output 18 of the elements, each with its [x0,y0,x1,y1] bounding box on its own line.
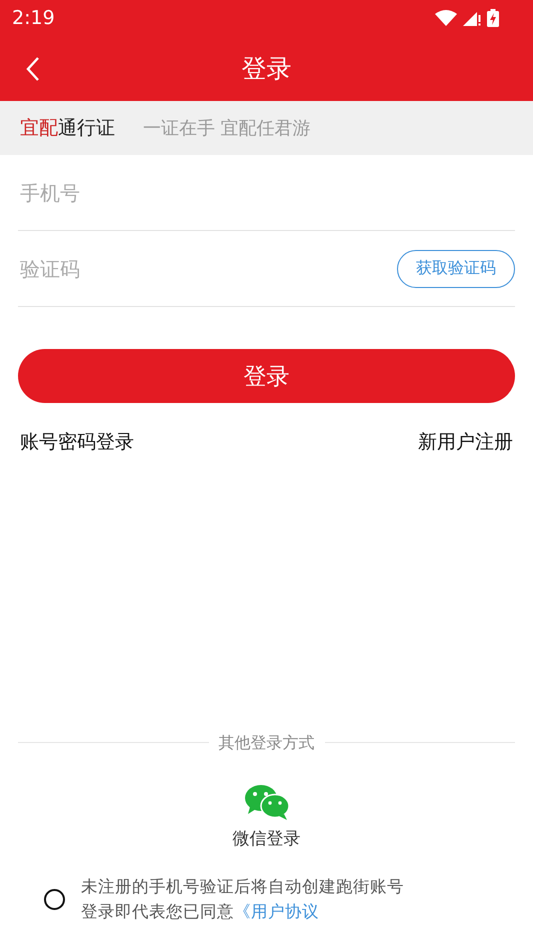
slogan-text: 一证在手 宜配任君游 [143,117,311,140]
back-button[interactable] [26,54,42,82]
page-title: 登录 [242,53,292,85]
input-field[interactable]: 手机号 [18,180,515,204]
link[interactable]: 新用户注册 [418,429,513,455]
brand-title: 宜配通行证 [20,116,115,141]
chat-bubbles-icon [244,783,290,821]
status-time: 2:19 [12,7,55,29]
wifi-icon [435,10,457,26]
link[interactable]: 账号密码登录 [20,429,134,455]
wechat-login-button[interactable]: 微信登录 [232,783,300,850]
input-field[interactable]: 验证码 [18,256,397,280]
agreement-text: 未注册的手机号验证后将自动创建跑街账号 登录即代表您已同意《用户协议 [81,876,404,923]
battery-icon [487,9,499,27]
login-button[interactable]: 登录 [18,349,515,403]
signal-icon [463,10,481,26]
section-label: 其他登录方式 [208,732,324,754]
agree-radio[interactable] [44,888,65,910]
